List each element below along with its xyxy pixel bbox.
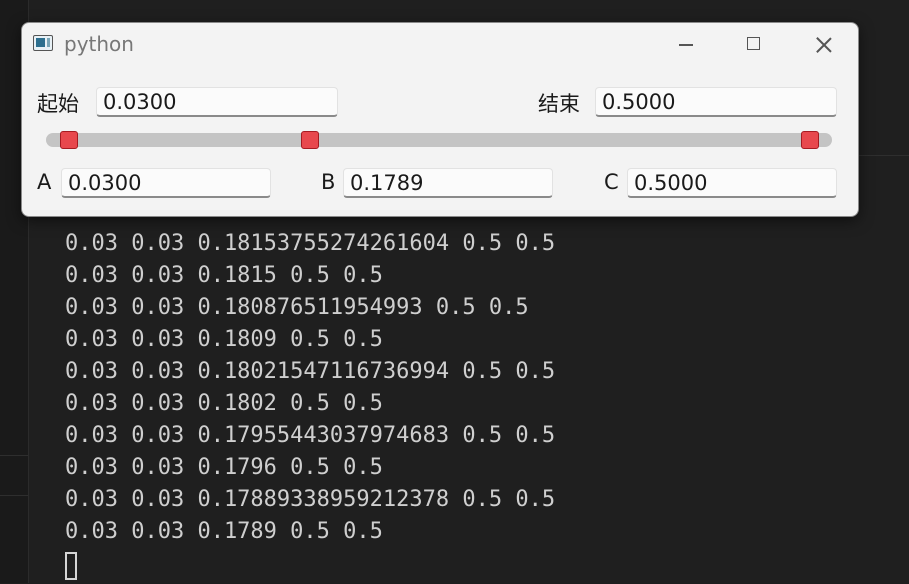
- param-a-input[interactable]: [61, 168, 271, 198]
- terminal-line: 0.03 0.03 0.17955443037974683 0.5 0.5: [65, 423, 556, 448]
- gutter-divider: [0, 495, 28, 496]
- end-label: 结束: [538, 92, 580, 116]
- close-button[interactable]: [800, 23, 846, 67]
- terminal-line: 0.03 0.03 0.1815 0.5 0.5: [65, 263, 383, 288]
- window-title: python: [64, 32, 134, 56]
- title-bar[interactable]: python: [22, 23, 858, 67]
- range-slider-track[interactable]: [46, 133, 832, 147]
- python-window-icon: [33, 35, 53, 51]
- terminal-cursor[interactable]: [65, 552, 77, 580]
- terminal-line: 0.03 0.03 0.18021547116736994 0.5 0.5: [65, 359, 556, 384]
- slider-handle-c[interactable]: [801, 131, 819, 149]
- terminal-line: 0.03 0.03 0.180876511954993 0.5 0.5: [65, 295, 529, 320]
- param-a-label: A: [37, 170, 52, 194]
- param-c-label: C: [604, 170, 619, 194]
- minimize-button[interactable]: [662, 23, 708, 67]
- terminal-line: 0.03 0.03 0.1809 0.5 0.5: [65, 327, 383, 352]
- terminal-line: 0.03 0.03 0.17889338959212378 0.5 0.5: [65, 487, 556, 512]
- terminal-line: 0.03 0.03 0.18153755274261604 0.5 0.5: [65, 231, 556, 256]
- gutter-divider: [0, 455, 28, 456]
- start-input[interactable]: [96, 87, 338, 117]
- terminal-line: 0.03 0.03 0.1802 0.5 0.5: [65, 391, 383, 416]
- slider-handle-b[interactable]: [301, 131, 319, 149]
- slider-handle-a[interactable]: [60, 131, 78, 149]
- param-c-input[interactable]: [627, 168, 837, 198]
- close-icon: [815, 36, 832, 53]
- terminal-line: 0.03 0.03 0.1789 0.5 0.5: [65, 519, 383, 544]
- end-input[interactable]: [595, 87, 837, 117]
- terminal-output: 0.03 0.03 0.18153755274261604 0.5 0.5 0.…: [65, 228, 555, 584]
- param-b-label: B: [321, 170, 336, 194]
- terminal-line: 0.03 0.03 0.1796 0.5 0.5: [65, 455, 383, 480]
- python-dialog: python 起始 结束 A B C: [21, 22, 859, 217]
- start-label: 起始: [37, 92, 79, 116]
- maximize-button[interactable]: [730, 23, 776, 67]
- param-b-input[interactable]: [343, 168, 553, 198]
- minimize-icon: [679, 44, 693, 46]
- maximize-icon: [747, 37, 760, 50]
